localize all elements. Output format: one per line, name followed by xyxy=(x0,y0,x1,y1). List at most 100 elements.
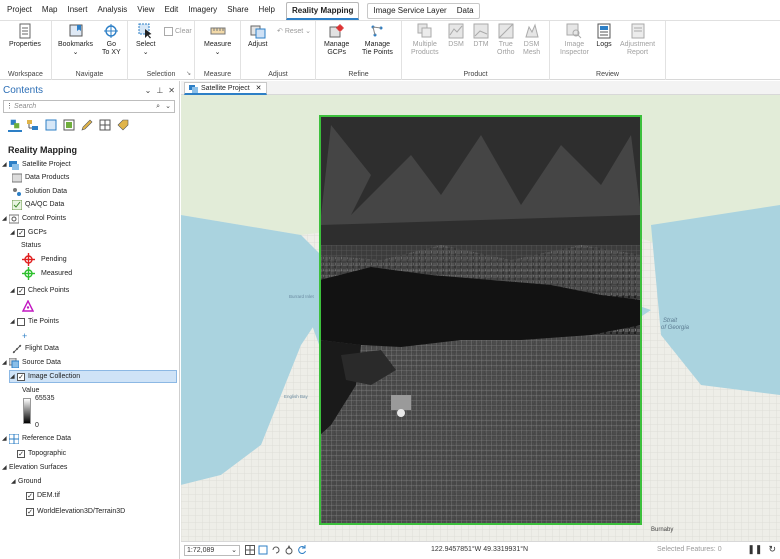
collapse-arrow-icon[interactable]: ◢ xyxy=(2,435,8,442)
tree-reference-data[interactable]: ◢ Reference Data xyxy=(2,432,71,445)
tree-dem[interactable]: ✓ DEM.tif xyxy=(26,489,60,502)
reset-icon: ↶ xyxy=(277,28,283,35)
menu-project[interactable]: Project xyxy=(2,0,37,20)
multiple-products-button[interactable]: Multiple Products xyxy=(411,23,439,57)
list-by-labeling-icon[interactable] xyxy=(116,118,130,132)
tree-image-collection[interactable]: ◢ ✓ Image Collection xyxy=(9,370,177,383)
map-view[interactable]: Burrard Inlet English Bay Strait of Georg… xyxy=(181,95,780,541)
dsm-mesh-button[interactable]: DSM Mesh xyxy=(523,23,540,57)
properties-icon xyxy=(19,23,31,39)
tree-topographic[interactable]: ✓ Topographic xyxy=(17,447,66,460)
tree-control-points[interactable]: ◢ Control Points xyxy=(2,212,66,225)
select-button[interactable]: Select ⌄ xyxy=(136,23,155,57)
menu-view[interactable]: View xyxy=(132,0,159,20)
close-icon[interactable]: ✕ xyxy=(168,86,175,95)
measure-button[interactable]: Measure ⌄ xyxy=(204,23,231,57)
dtm-button[interactable]: DTM xyxy=(473,23,489,49)
collapse-arrow-icon[interactable]: ◢ xyxy=(11,478,17,485)
search-input[interactable]: ⋮ Search ⌕ ⌄ xyxy=(3,100,175,113)
pane-menu-icon[interactable]: ⌄ xyxy=(145,86,152,95)
goto-xy-button[interactable]: Go To XY xyxy=(102,23,121,57)
check-points-checkbox[interactable]: ✓ xyxy=(17,286,25,295)
reset-button[interactable]: ↶ Reset ⌄ xyxy=(277,27,311,36)
gcps-checkbox[interactable]: ✓ xyxy=(17,228,25,237)
tree-source-data[interactable]: ◢ Source Data xyxy=(2,356,61,369)
legend-pending: Pending xyxy=(22,253,67,266)
strait-line-2: of Georgia xyxy=(661,325,690,331)
list-by-snapping-icon[interactable] xyxy=(98,118,112,132)
tab-image-service-layer[interactable]: Image Service Layer xyxy=(368,4,451,18)
adjustment-report-button[interactable]: Adjustment Report xyxy=(620,23,655,57)
collapse-arrow-icon[interactable]: ◢ xyxy=(10,373,16,380)
manage-tie-points-button[interactable]: Manage Tie Points xyxy=(362,23,393,57)
pencil-icon[interactable] xyxy=(80,118,94,132)
tree-satellite-project[interactable]: ◢ Satellite Project xyxy=(2,158,71,171)
world-elevation-checkbox[interactable]: ✓ xyxy=(26,507,34,516)
properties-button[interactable]: Properties xyxy=(9,23,41,49)
grid-icon[interactable] xyxy=(245,545,255,555)
image-collection-checkbox[interactable]: ✓ xyxy=(17,372,25,381)
list-by-selection-icon[interactable] xyxy=(44,118,58,132)
refresh-view-icon[interactable]: ↻ xyxy=(768,544,776,555)
tab-reality-mapping[interactable]: Reality Mapping xyxy=(286,2,360,20)
adjust-button[interactable]: Adjust xyxy=(248,23,267,49)
list-by-editing-icon[interactable] xyxy=(62,118,76,132)
true-ortho-button[interactable]: True Ortho xyxy=(497,23,515,57)
tree-flight-data[interactable]: Flight Data xyxy=(12,342,59,355)
dsm-icon xyxy=(448,23,464,39)
select-cursor-icon xyxy=(138,23,152,39)
list-by-drawing-order-icon[interactable] xyxy=(8,118,22,132)
pause-drawing-icon[interactable]: ❚❚ xyxy=(747,544,762,555)
menu-edit[interactable]: Edit xyxy=(159,0,183,20)
collapse-arrow-icon[interactable]: ◢ xyxy=(2,359,8,366)
tree-tie-points[interactable]: ◢ Tie Points xyxy=(10,315,59,328)
collapse-arrow-icon[interactable]: ◢ xyxy=(2,464,8,471)
menu-insert[interactable]: Insert xyxy=(62,0,92,20)
chevron-down-icon[interactable]: ⌄ xyxy=(231,546,237,555)
tree-ground[interactable]: ◢ Ground xyxy=(11,475,41,488)
tab-satellite-project-map[interactable]: Satellite Project ✕ xyxy=(184,82,267,95)
logs-button[interactable]: Logs xyxy=(596,23,612,49)
dem-checkbox[interactable]: ✓ xyxy=(26,491,34,500)
tree-label: 0 xyxy=(35,421,39,429)
refresh-icon[interactable] xyxy=(297,545,307,555)
menu-share[interactable]: Share xyxy=(222,0,253,20)
tree-solution-data[interactable]: Solution Data xyxy=(12,185,67,198)
fixed-zoom-icon[interactable] xyxy=(258,545,268,555)
tree-data-products[interactable]: Data Products xyxy=(12,171,69,184)
dsm-button[interactable]: DSM xyxy=(448,23,464,49)
menu-analysis[interactable]: Analysis xyxy=(92,0,132,20)
dialog-launcher-icon[interactable]: ↘ xyxy=(186,70,191,77)
menu-imagery[interactable]: Imagery xyxy=(183,0,222,20)
search-options-icon[interactable]: ⋮ xyxy=(6,101,13,112)
bookmarks-button[interactable]: Bookmarks ⌄ xyxy=(58,23,93,57)
manage-gcps-button[interactable]: Manage GCPs xyxy=(324,23,349,57)
list-by-source-icon[interactable] xyxy=(26,118,40,132)
search-icon[interactable]: ⌕ xyxy=(156,101,160,112)
clear-selection-button[interactable]: Clear xyxy=(164,27,192,36)
tree-qaqc-data[interactable]: QA/QC Data xyxy=(12,198,64,211)
scale-selector[interactable]: 1:72,089 ⌄ xyxy=(184,545,240,556)
tree-check-points[interactable]: ◢ ✓ Check Points xyxy=(10,284,69,297)
pin-icon[interactable]: ⊥ xyxy=(156,86,163,95)
menu-map[interactable]: Map xyxy=(37,0,63,20)
bookmarks-label: Bookmarks xyxy=(58,41,94,48)
tree-gcps[interactable]: ◢ ✓ GCPs xyxy=(10,226,47,239)
topographic-checkbox[interactable]: ✓ xyxy=(17,449,25,458)
collapse-arrow-icon[interactable]: ◢ xyxy=(2,215,8,222)
menu-help[interactable]: Help xyxy=(254,0,280,20)
tree-world-elevation[interactable]: ✓ WorldElevation3D/Terrain3D xyxy=(26,505,125,518)
close-tab-icon[interactable]: ✕ xyxy=(256,84,262,92)
collapse-arrow-icon[interactable]: ◢ xyxy=(2,161,8,168)
collapse-arrow-icon[interactable]: ◢ xyxy=(10,229,16,236)
collapse-arrow-icon[interactable]: ◢ xyxy=(10,287,16,294)
chevron-down-icon[interactable]: ⌄ xyxy=(165,101,171,112)
tree-elevation-surfaces[interactable]: ◢ Elevation Surfaces xyxy=(2,461,67,474)
image-inspector-button[interactable]: Image Inspector xyxy=(560,23,589,57)
tie-points-checkbox[interactable] xyxy=(17,317,25,326)
rotation-icon[interactable] xyxy=(271,545,281,555)
tab-data[interactable]: Data xyxy=(452,4,479,18)
navigation-icon[interactable] xyxy=(284,545,294,555)
collapse-arrow-icon[interactable]: ◢ xyxy=(10,318,16,325)
legend-measured: Measured xyxy=(22,267,72,280)
